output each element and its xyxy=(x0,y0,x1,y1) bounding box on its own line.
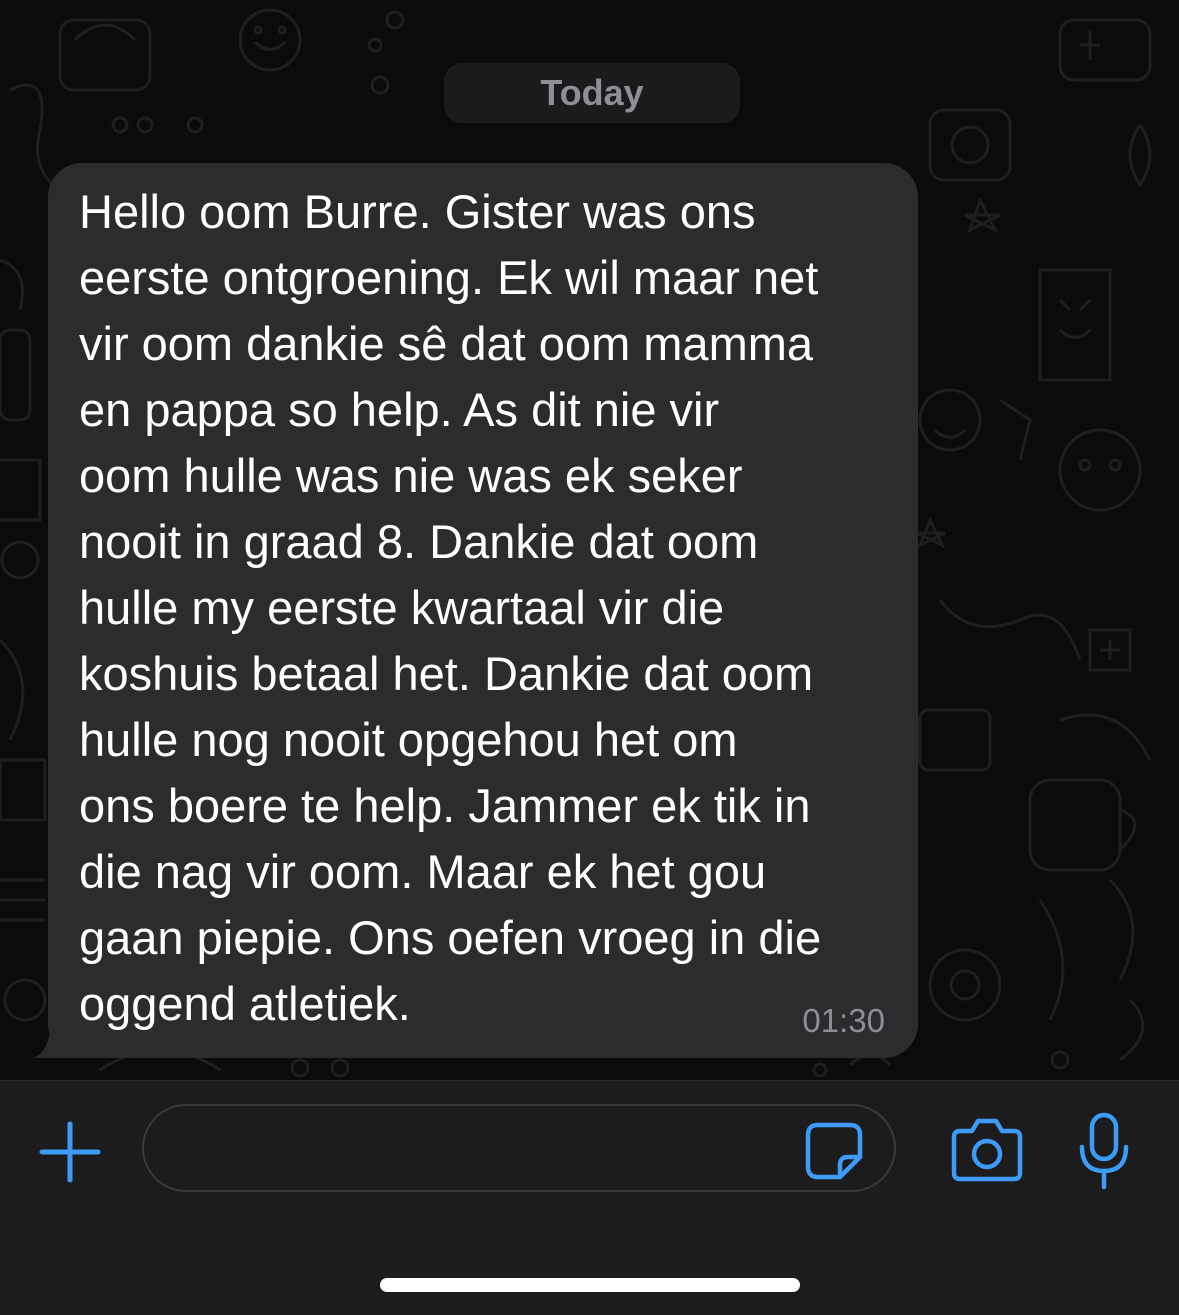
plus-icon[interactable] xyxy=(36,1118,104,1186)
message-input[interactable] xyxy=(142,1104,896,1192)
chat-area[interactable]: Today Hello oom Burre. Gister was ons ee… xyxy=(0,0,1179,1080)
date-label: Today xyxy=(540,72,644,113)
message-composer xyxy=(0,1080,1179,1315)
date-separator: Today xyxy=(444,63,740,123)
message-text: Hello oom Burre. Gister was ons eerste o… xyxy=(79,185,822,1030)
sticker-icon[interactable] xyxy=(804,1121,864,1181)
camera-icon[interactable] xyxy=(950,1117,1024,1183)
incoming-message-bubble[interactable]: Hello oom Burre. Gister was ons eerste o… xyxy=(48,163,918,1058)
microphone-icon[interactable] xyxy=(1076,1111,1132,1191)
home-indicator xyxy=(380,1278,800,1292)
message-timestamp: 01:30 xyxy=(802,1002,885,1039)
